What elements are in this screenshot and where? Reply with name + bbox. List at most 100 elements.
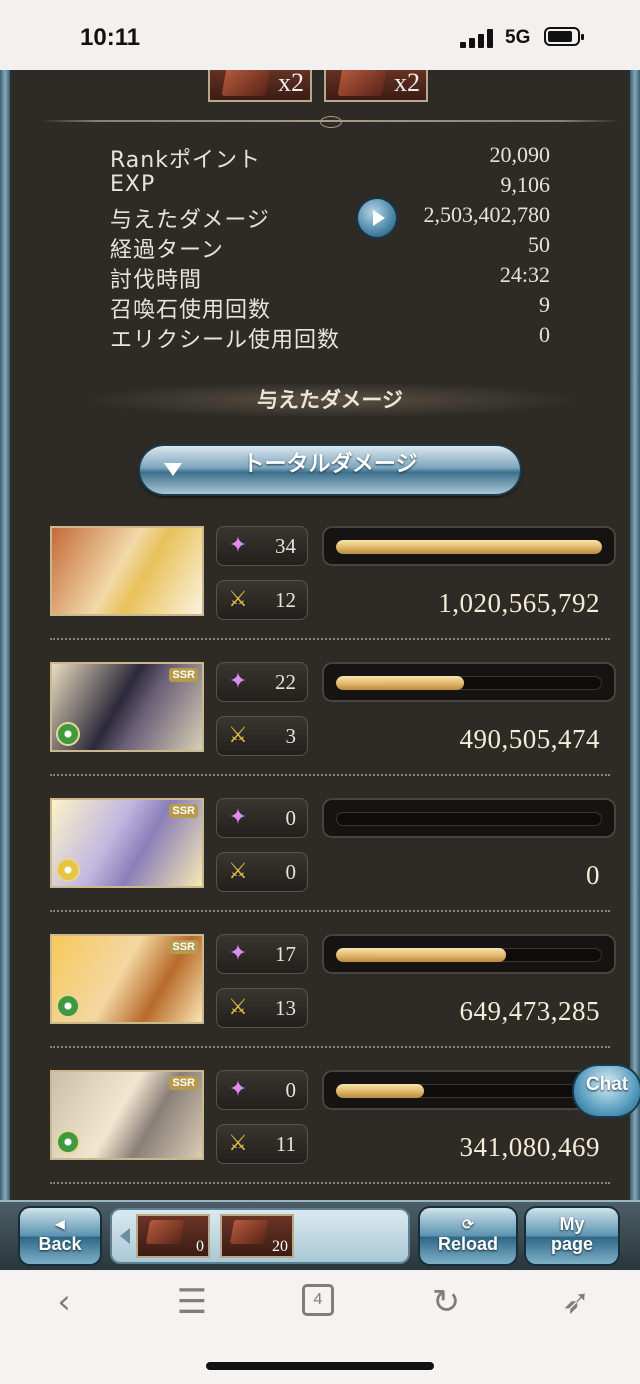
menu-icon[interactable]: ☰ <box>168 1282 216 1322</box>
section-title: 与えたダメージ <box>80 382 580 418</box>
reload-label: Reload <box>437 1234 498 1254</box>
attack-count: 11 <box>275 1132 296 1156</box>
stat-label: 与えたダメージ <box>110 208 270 233</box>
stat-value: 50 <box>528 232 550 257</box>
skill-count: 22 <box>275 670 296 694</box>
chevron-left-icon[interactable] <box>120 1228 130 1244</box>
attack-count-chip: ⚔ 13 <box>216 988 308 1028</box>
stat-label: 経過ターン <box>110 238 224 263</box>
skill-count-chip: ✦ 0 <box>216 798 308 838</box>
item-tray: 0 20 <box>112 1210 408 1262</box>
network-label: 5G <box>505 27 531 48</box>
stat-summons: 召喚石使用回数 9 <box>110 292 550 323</box>
mypage-button[interactable]: My page <box>526 1208 618 1264</box>
dropdown-label: トータルダメージ <box>242 452 418 477</box>
back-icon[interactable]: ‹ <box>40 1282 88 1322</box>
stat-value: 2,503,402,780 <box>423 202 551 227</box>
frame-right <box>630 70 640 1202</box>
rocket-icon[interactable]: ➶ <box>552 1282 600 1322</box>
rarity-badge: SSR <box>169 804 198 818</box>
book-icon <box>221 70 271 96</box>
skill-count-chip: ✦ 0 <box>216 1070 308 1110</box>
character-portrait[interactable]: SSR <box>50 1070 204 1160</box>
back-arrow-icon: ◀ <box>55 1217 65 1231</box>
book-icon <box>145 1220 185 1244</box>
attack-count: 13 <box>275 996 296 1020</box>
back-label: Back <box>38 1234 82 1254</box>
game-view: x2 x2 Rankポイント 20,090 EXP 9,106 与えたダメージ … <box>0 70 640 1202</box>
skill-count-chip: ✦ 34 <box>216 526 308 566</box>
book-icon <box>337 70 387 96</box>
crossed-swords-icon: ⚔ <box>228 723 248 748</box>
reload-icon[interactable]: ↻ <box>422 1282 470 1322</box>
element-icon <box>56 1130 80 1154</box>
element-icon <box>56 994 80 1018</box>
stat-elixirs: エリクシール使用回数 0 <box>110 322 550 353</box>
book-icon <box>229 1220 269 1244</box>
damage-value: 0 <box>586 860 600 890</box>
stat-value: 9,106 <box>500 172 551 197</box>
stat-value: 9 <box>539 292 550 317</box>
attack-count: 0 <box>285 860 297 884</box>
battery-icon <box>544 27 584 46</box>
character-portrait[interactable]: SSR <box>50 662 204 752</box>
attack-count-chip: ⚔ 12 <box>216 580 308 620</box>
reload-button[interactable]: ⟳ Reload <box>420 1208 516 1264</box>
sparkle-icon: ✦ <box>228 805 248 830</box>
attack-count-chip: ⚔ 3 <box>216 716 308 756</box>
damage-value: 490,505,474 <box>459 724 600 754</box>
frame-left <box>0 70 10 1202</box>
stat-value: 20,090 <box>489 142 551 167</box>
rarity-badge: SSR <box>169 940 198 954</box>
damage-bar-track <box>336 676 602 690</box>
reload-icon: ⟳ <box>462 1216 474 1232</box>
attack-count-chip: ⚔ 11 <box>216 1124 308 1164</box>
reward-qty: x2 <box>394 70 420 97</box>
status-time: 10:11 <box>80 24 141 51</box>
damage-type-dropdown[interactable]: トータルダメージ <box>140 446 520 494</box>
sparkle-icon: ✦ <box>228 533 248 558</box>
damage-bar-track <box>336 812 602 826</box>
damage-bar <box>322 934 616 974</box>
home-indicator <box>206 1362 434 1370</box>
sparkle-icon: ✦ <box>228 941 248 966</box>
ornament-divider <box>40 116 620 128</box>
skill-count: 0 <box>285 806 297 830</box>
character-portrait[interactable] <box>50 526 204 616</box>
damage-bar-fill <box>336 1084 424 1098</box>
damage-bar-fill <box>336 948 507 962</box>
element-icon <box>56 722 80 746</box>
character-portrait[interactable]: SSR <box>50 798 204 888</box>
crossed-swords-icon: ⚔ <box>228 995 248 1020</box>
reward-item[interactable]: x2 <box>324 70 428 102</box>
stat-exp: EXP 9,106 <box>110 172 550 202</box>
crossed-swords-icon: ⚔ <box>228 1131 248 1156</box>
damage-bar-track <box>336 540 602 554</box>
element-icon <box>56 858 80 882</box>
item-slot[interactable]: 0 <box>136 1214 210 1258</box>
reward-item[interactable]: x2 <box>208 70 312 102</box>
attack-count: 3 <box>285 724 297 748</box>
rarity-badge: SSR <box>169 1076 198 1090</box>
character-row: SSR ✦ 0 ⚔ 0 0 <box>50 796 616 932</box>
rarity-badge: SSR <box>169 668 198 682</box>
back-button[interactable]: ◀ Back <box>20 1208 100 1264</box>
damage-bar <box>322 1070 616 1110</box>
damage-value: 341,080,469 <box>459 1132 600 1162</box>
attack-count: 12 <box>275 588 296 612</box>
results-panel: x2 x2 Rankポイント 20,090 EXP 9,106 与えたダメージ … <box>10 70 630 1202</box>
item-slot[interactable]: 20 <box>220 1214 294 1258</box>
row-divider <box>50 1182 610 1184</box>
crossed-swords-icon: ⚔ <box>228 859 248 884</box>
damage-bar-fill <box>336 540 602 554</box>
mypage-label-1: My <box>559 1214 585 1234</box>
stat-label: エリクシール使用回数 <box>110 328 341 353</box>
tabs-button[interactable]: 4 <box>302 1284 334 1316</box>
chat-label: Chat <box>585 1074 629 1095</box>
stat-turns: 経過ターン 50 <box>110 232 550 263</box>
character-portrait[interactable]: SSR <box>50 934 204 1024</box>
skill-count: 34 <box>275 534 296 558</box>
stat-label: Rankポイント <box>110 148 261 173</box>
chat-button[interactable]: Chat <box>574 1066 640 1116</box>
item-count: 20 <box>272 1238 288 1255</box>
